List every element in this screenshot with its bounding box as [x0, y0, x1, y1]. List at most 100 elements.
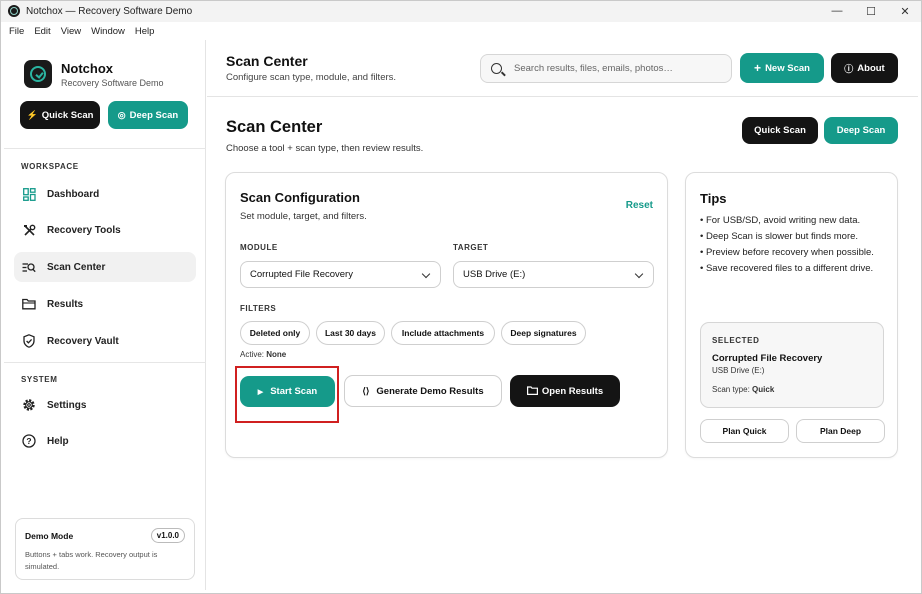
new-scan-label: New Scan: [765, 62, 810, 74]
tips-list: • For USB/SD, avoid writing new data. • …: [700, 213, 890, 277]
close-button[interactable]: ✕: [888, 0, 922, 22]
target-value: USB Drive (E:): [463, 269, 526, 280]
menu-bar: File Edit View Window Help: [0, 22, 922, 40]
chevron-down-icon: [421, 269, 431, 279]
window-controls: — ☐ ✕: [820, 0, 922, 22]
tools-icon: [22, 223, 36, 237]
active-filters: Active: None: [240, 350, 286, 359]
new-scan-button[interactable]: + New Scan: [740, 53, 824, 83]
sidebar-item-label: Scan Center: [47, 261, 106, 273]
sidebar-deep-scan-label: Deep Scan: [129, 109, 179, 121]
sidebar-item-label: Recovery Tools: [47, 224, 121, 236]
divider: [4, 362, 206, 363]
brand: Notchox Recovery Software Demo: [24, 60, 164, 88]
search-icon: [491, 63, 502, 74]
tip-item: • For USB/SD, avoid writing new data.: [700, 215, 861, 226]
menu-help[interactable]: Help: [135, 26, 155, 37]
brand-subtitle: Recovery Software Demo: [61, 77, 164, 88]
selected-module: Corrupted File Recovery: [712, 353, 823, 364]
plan-quick-button[interactable]: Plan Quick: [700, 419, 789, 443]
tips-card: Tips • For USB/SD, avoid writing new dat…: [685, 172, 898, 458]
filters-label: FILTERS: [240, 304, 277, 313]
tip-item: • Deep Scan is slower but finds more.: [700, 231, 859, 242]
filter-include-attachments[interactable]: Include attachments: [391, 321, 495, 345]
start-scan-label: Start Scan: [270, 386, 318, 397]
system-section-label: SYSTEM: [21, 375, 58, 384]
folder-open-icon: [526, 385, 538, 397]
window-title: Notchox — Recovery Software Demo: [26, 5, 193, 17]
header-subtitle: Configure scan type, module, and filters…: [226, 72, 397, 83]
header-title: Scan Center: [226, 53, 308, 69]
sidebar-item-label: Help: [47, 435, 69, 447]
module-value: Corrupted File Recovery: [250, 269, 353, 280]
start-scan-button[interactable]: ▶ Start Scan: [240, 376, 335, 407]
selected-scan-type: Scan type: Quick: [712, 385, 774, 394]
title-bar: Notchox — Recovery Software Demo — ☐ ✕: [0, 0, 922, 22]
menu-edit[interactable]: Edit: [34, 26, 50, 37]
demo-mode-description: Buttons + tabs work. Recovery output is …: [25, 550, 158, 571]
about-label: About: [857, 62, 885, 74]
scan-icon: [22, 260, 36, 274]
filter-last-30-days[interactable]: Last 30 days: [316, 321, 385, 345]
chevron-down-icon: [634, 269, 644, 279]
scan-type-value: Quick: [752, 385, 775, 394]
generate-demo-results-button[interactable]: ⟨⟩ Generate Demo Results: [344, 375, 502, 407]
active-filters-value: None: [266, 350, 287, 359]
config-subtitle: Set module, target, and filters.: [240, 211, 367, 222]
menu-window[interactable]: Window: [91, 26, 125, 37]
tip-item: • Preview before recovery when possible.: [700, 247, 874, 258]
app-icon: [8, 5, 20, 17]
quick-scan-button[interactable]: Quick Scan: [742, 117, 818, 144]
gear-icon: [22, 398, 36, 412]
plan-deep-button[interactable]: Plan Deep: [796, 419, 885, 443]
tip-item: • Save recovered files to a different dr…: [700, 263, 874, 274]
version-badge: v1.0.0: [150, 528, 185, 543]
play-icon: ▶: [257, 388, 264, 396]
menu-view[interactable]: View: [61, 26, 81, 37]
sidebar-item-label: Dashboard: [47, 188, 100, 200]
target-icon: ◎: [117, 109, 126, 120]
generate-label: Generate Demo Results: [376, 385, 484, 397]
filter-deleted-only[interactable]: Deleted only: [240, 321, 310, 345]
sidebar-item-label: Results: [47, 298, 84, 310]
bolt-icon: ⚡: [26, 109, 38, 120]
open-results-label: Open Results: [541, 385, 604, 397]
active-filters-prefix: Active:: [240, 350, 265, 359]
sidebar-item-recovery-vault[interactable]: Recovery Vault: [14, 326, 196, 356]
page-title: Scan Center: [226, 118, 323, 136]
maximize-button[interactable]: ☐: [854, 0, 888, 22]
sidebar-item-dashboard[interactable]: Dashboard: [14, 179, 196, 209]
sidebar-item-label: Settings: [47, 399, 87, 411]
scan-configuration-card: Scan Configuration Set module, target, a…: [225, 172, 668, 458]
page-subtitle: Choose a tool + scan type, then review r…: [226, 143, 424, 154]
reset-link[interactable]: Reset: [626, 200, 653, 211]
sidebar-item-results[interactable]: Results: [14, 289, 196, 319]
sidebar-item-label: Recovery Vault: [47, 335, 119, 347]
target-select[interactable]: USB Drive (E:): [453, 261, 654, 288]
svg-text:?: ?: [26, 436, 31, 446]
demo-mode-card: Demo Mode v1.0.0 Buttons + tabs work. Re…: [15, 518, 195, 580]
sidebar-item-settings[interactable]: Settings: [14, 390, 196, 420]
deep-scan-button[interactable]: Deep Scan: [824, 117, 898, 144]
selected-summary: SELECTED Corrupted File Recovery USB Dri…: [700, 322, 884, 408]
plus-icon: +: [754, 61, 762, 75]
sidebar-deep-scan-button[interactable]: ◎ Deep Scan: [108, 101, 188, 129]
main-header: Scan Center Configure scan type, module,…: [207, 40, 918, 97]
about-button[interactable]: ⓘ About: [831, 53, 898, 83]
dashboard-icon: [22, 187, 36, 201]
sidebar-quick-scan-button[interactable]: ⚡ Quick Scan: [20, 101, 100, 129]
help-icon: ?: [22, 434, 36, 448]
brand-name: Notchox: [61, 60, 113, 76]
sidebar-item-help[interactable]: ? Help: [14, 426, 196, 456]
search-input[interactable]: Search results, files, emails, photos…: [480, 54, 732, 83]
open-results-button[interactable]: Open Results: [510, 375, 620, 407]
sidebar-item-recovery-tools[interactable]: Recovery Tools: [14, 215, 196, 245]
filter-deep-signatures[interactable]: Deep signatures: [501, 321, 586, 345]
minimize-button[interactable]: —: [820, 0, 854, 22]
selected-label: SELECTED: [712, 336, 760, 345]
menu-file[interactable]: File: [9, 26, 24, 37]
demo-mode-title: Demo Mode: [25, 531, 74, 541]
module-select[interactable]: Corrupted File Recovery: [240, 261, 441, 288]
scan-type-prefix: Scan type:: [712, 385, 750, 394]
sidebar-item-scan-center[interactable]: Scan Center: [14, 252, 196, 282]
